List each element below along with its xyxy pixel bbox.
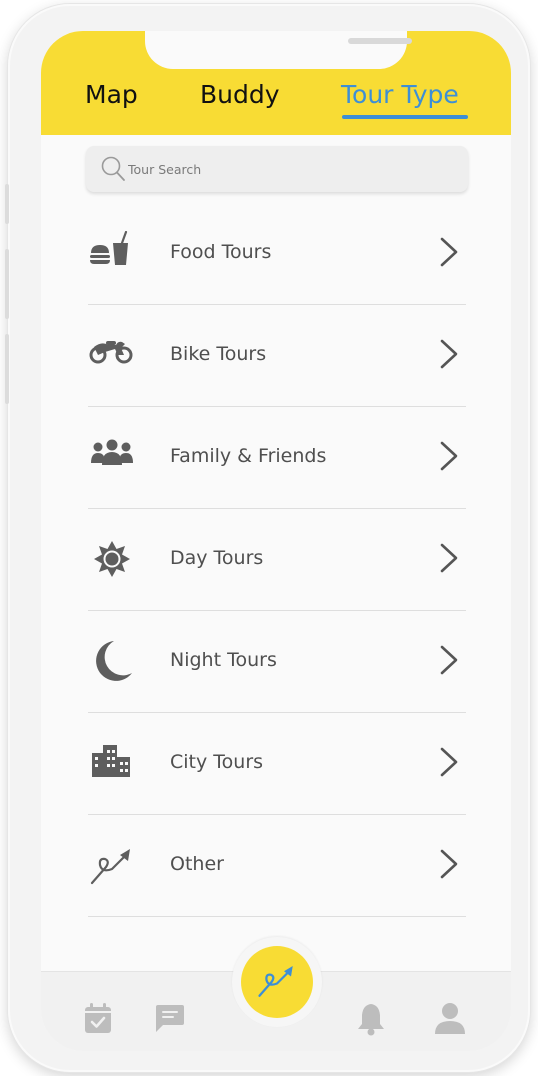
phone-frame: Map Buddy Tour Type Tour Search Food Tou… xyxy=(5,4,530,1072)
list-item-night-tours[interactable]: Night Tours xyxy=(88,611,466,713)
app-screen: Map Buddy Tour Type Tour Search Food Tou… xyxy=(41,31,511,1051)
route-arrow-icon xyxy=(256,960,298,1004)
chevron-right-icon xyxy=(438,440,460,476)
city-icon xyxy=(88,741,136,785)
active-tab-indicator xyxy=(342,115,468,119)
tab-tour-type[interactable]: Tour Type xyxy=(341,80,459,109)
chevron-right-icon xyxy=(438,644,460,680)
list-item-other[interactable]: Other xyxy=(88,815,466,917)
chevron-right-icon xyxy=(438,542,460,578)
chevron-right-icon xyxy=(438,236,460,272)
moon-icon xyxy=(88,639,136,683)
search-input[interactable] xyxy=(128,156,448,182)
list-item-label: Night Tours xyxy=(170,649,277,671)
list-item-day-tours[interactable]: Day Tours xyxy=(88,509,466,611)
chevron-right-icon xyxy=(438,746,460,782)
chat-icon[interactable] xyxy=(153,1004,185,1038)
speaker xyxy=(348,38,412,44)
search-bar[interactable] xyxy=(86,146,468,192)
notch xyxy=(145,31,412,69)
tab-buddy[interactable]: Buddy xyxy=(200,80,280,109)
list-item-label: City Tours xyxy=(170,751,264,773)
list-item-family-friends[interactable]: Family & Friends xyxy=(88,407,466,509)
list-item-label: Other xyxy=(170,853,224,875)
chevron-right-icon xyxy=(438,338,460,374)
profile-icon[interactable] xyxy=(433,1002,467,1038)
list-item-label: Food Tours xyxy=(170,241,272,263)
chevron-right-icon xyxy=(438,848,460,884)
list-item-city-tours[interactable]: City Tours xyxy=(88,713,466,815)
food-drink-icon xyxy=(88,230,136,275)
motorbike-icon xyxy=(88,333,136,377)
divider xyxy=(88,916,466,917)
side-button xyxy=(5,184,9,224)
volume-up-button xyxy=(5,249,9,319)
list-item-label: Bike Tours xyxy=(170,343,267,365)
volume-down-button xyxy=(5,334,9,404)
list-item-label: Family & Friends xyxy=(170,445,327,467)
list-item-bike-tours[interactable]: Bike Tours xyxy=(88,305,466,407)
group-icon xyxy=(88,435,136,479)
search-icon xyxy=(100,155,126,187)
primary-action-button[interactable] xyxy=(241,946,313,1018)
list-item-food-tours[interactable]: Food Tours xyxy=(88,203,466,305)
bell-icon[interactable] xyxy=(356,1002,386,1040)
sun-icon xyxy=(88,537,136,581)
header: Map Buddy Tour Type xyxy=(41,31,511,135)
calendar-check-icon[interactable] xyxy=(84,1002,112,1038)
tab-map[interactable]: Map xyxy=(85,80,138,109)
tour-type-list: Food Tours Bike Tours Family & Friends D… xyxy=(88,203,466,917)
route-arrow-icon xyxy=(88,843,136,887)
list-item-label: Day Tours xyxy=(170,547,264,569)
